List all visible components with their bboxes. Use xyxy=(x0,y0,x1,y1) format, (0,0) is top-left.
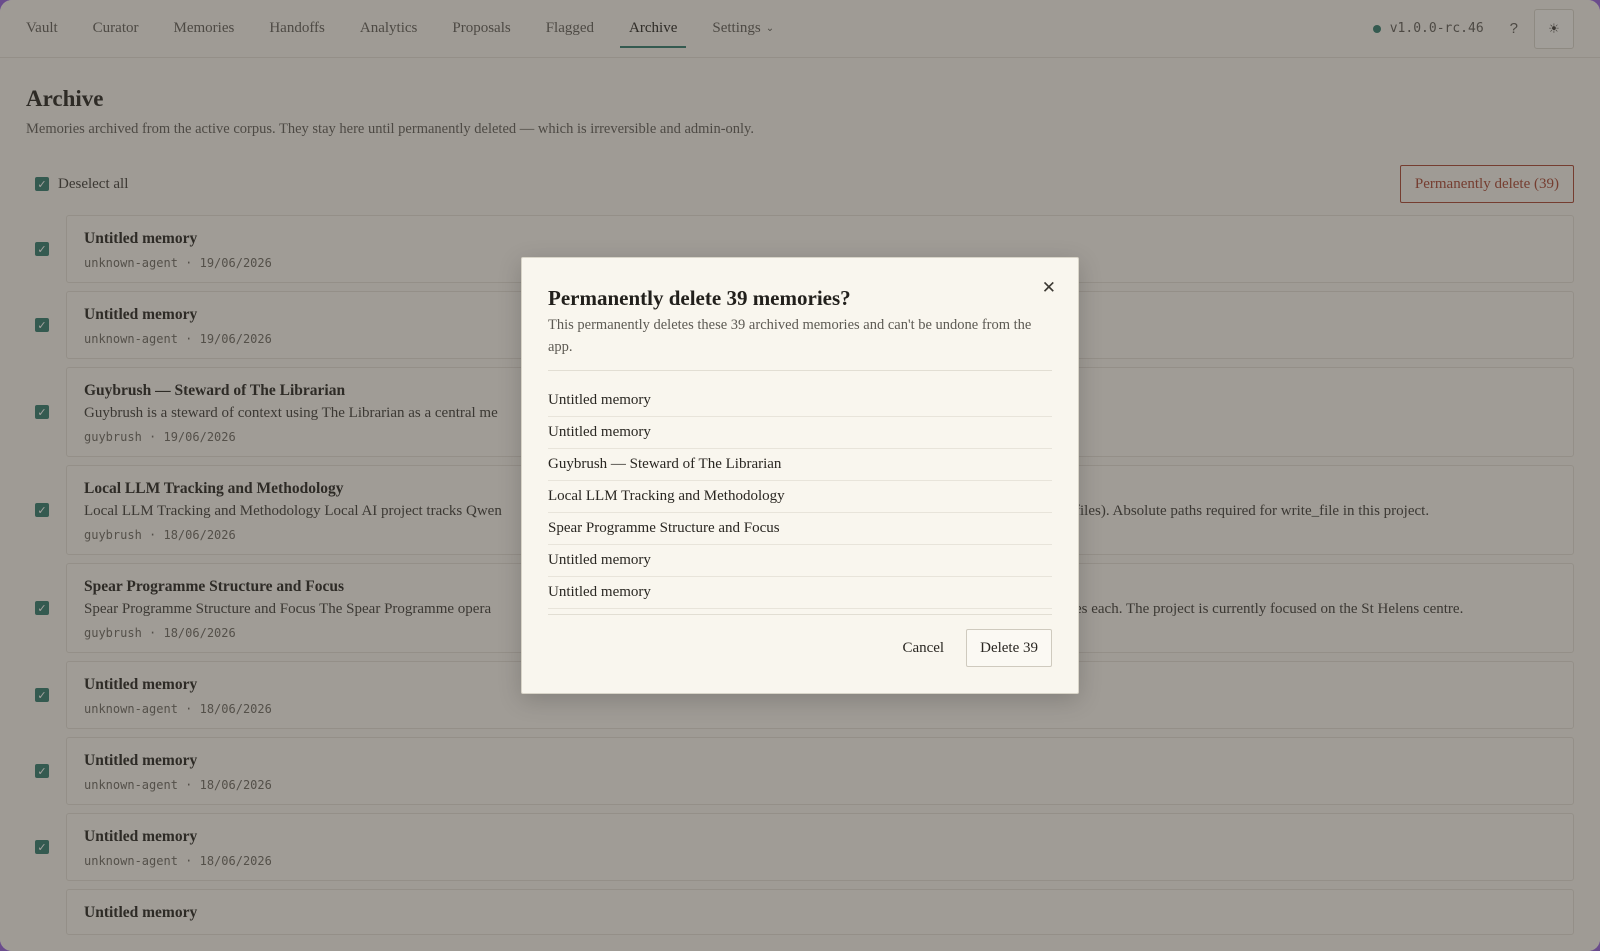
dialog-item-list[interactable]: Untitled memory Untitled memory Guybrush… xyxy=(548,370,1052,615)
close-icon[interactable]: ✕ xyxy=(1042,278,1056,298)
list-item: Untitled memory xyxy=(548,577,1052,609)
list-item: Local LLM Tracking and Methodology xyxy=(548,481,1052,513)
list-item: Untitled memory xyxy=(548,417,1052,449)
dialog-title: Permanently delete 39 memories? xyxy=(548,286,851,310)
delete-button[interactable]: Delete 39 xyxy=(966,629,1052,667)
list-item: Guybrush — Steward of The Librarian xyxy=(548,449,1052,481)
delete-confirm-dialog: ✕ Permanently delete 39 memories? This p… xyxy=(521,257,1079,694)
app-window: Vault Curator Memories Handoffs Analytic… xyxy=(0,0,1600,951)
list-item: Untitled memory xyxy=(548,545,1052,577)
list-item: Untitled memory xyxy=(548,385,1052,417)
list-item: Spear Programme Structure and Focus xyxy=(548,513,1052,545)
dialog-actions: Cancel Delete 39 xyxy=(902,629,1052,667)
cancel-button[interactable]: Cancel xyxy=(902,640,944,657)
dialog-description: This permanently deletes these 39 archiv… xyxy=(548,317,1032,355)
